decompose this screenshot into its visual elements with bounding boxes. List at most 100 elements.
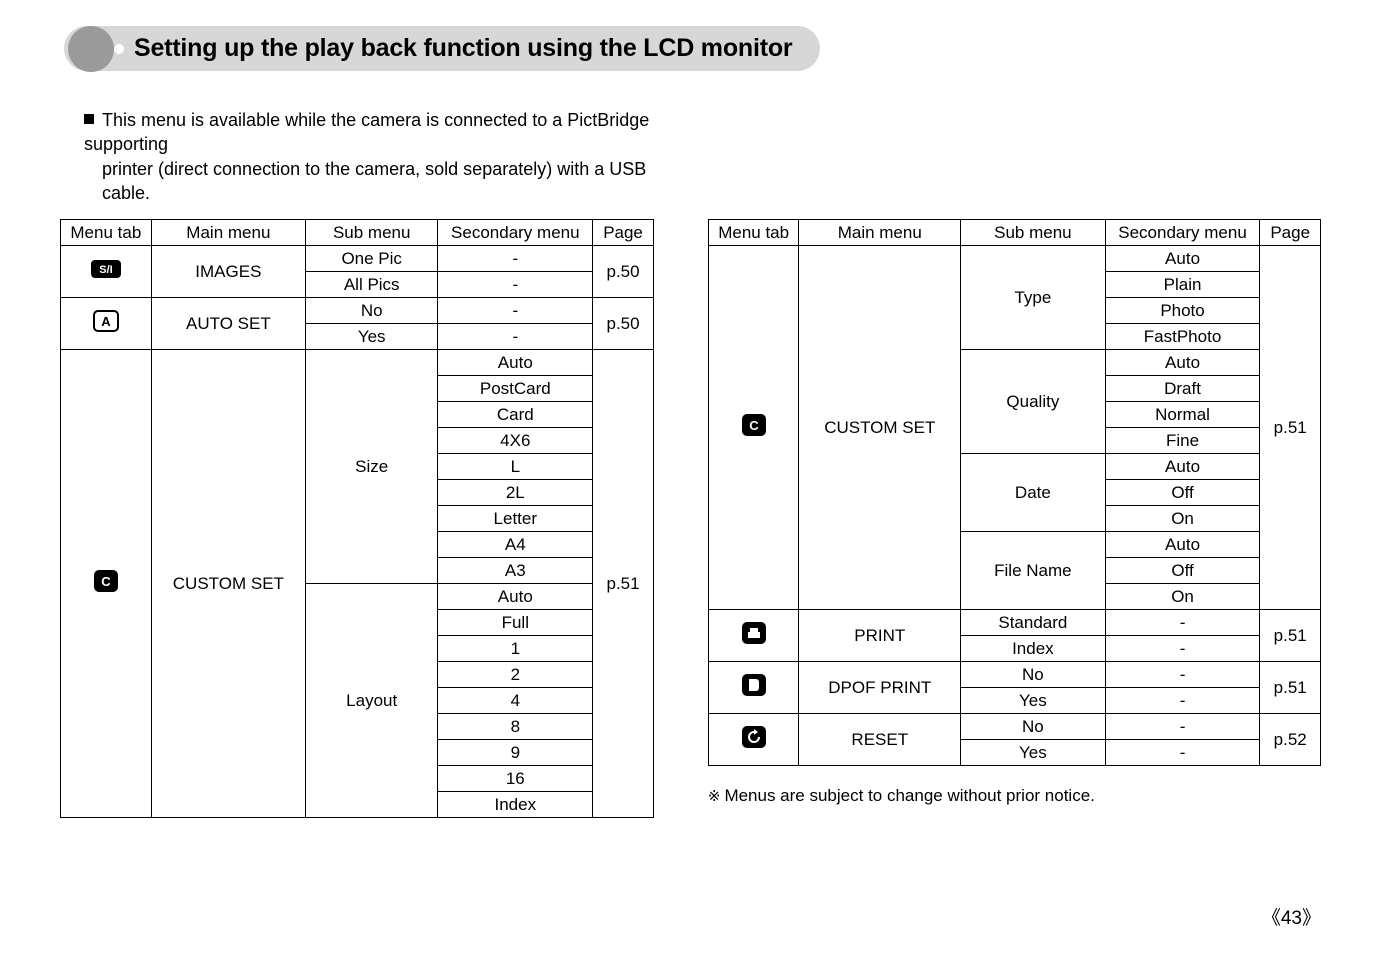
secondary-menu-cell: Auto <box>438 350 593 376</box>
secondary-menu-cell: - <box>438 298 593 324</box>
secondary-menu-cell: Fine <box>1105 428 1260 454</box>
secondary-menu-cell: 16 <box>438 766 593 792</box>
page-title: Setting up the play back function using … <box>134 34 792 62</box>
secondary-menu-cell: Off <box>1105 480 1260 506</box>
secondary-menu-cell: A3 <box>438 558 593 584</box>
page-cell: p.51 <box>1260 246 1321 610</box>
reset-icon <box>741 725 767 749</box>
intro-line-1: This menu is available while the camera … <box>84 110 649 154</box>
customset-icon: C <box>741 413 767 437</box>
page-number: 《43》 <box>1262 903 1321 930</box>
th-sub-menu: Sub menu <box>961 220 1106 246</box>
main-menu-cell: PRINT <box>799 610 961 662</box>
page-cell: p.51 <box>1260 662 1321 714</box>
sub-menu-cell: Yes <box>961 688 1106 714</box>
secondary-menu-cell: Photo <box>1105 298 1260 324</box>
page-cell: p.50 <box>593 298 654 350</box>
secondary-menu-cell: 4 <box>438 688 593 714</box>
secondary-menu-cell: 4X6 <box>438 428 593 454</box>
right-column: Menu tab Main menu Sub menu Secondary me… <box>708 219 1321 806</box>
customset-icon: C <box>93 569 119 593</box>
svg-text:C: C <box>749 418 759 433</box>
sub-menu-cell: No <box>961 662 1106 688</box>
secondary-menu-cell: Draft <box>1105 376 1260 402</box>
main-menu-cell: AUTO SET <box>151 298 305 350</box>
title-circle-decor <box>68 26 114 72</box>
page-cell: p.51 <box>593 350 654 818</box>
secondary-menu-cell: Normal <box>1105 402 1260 428</box>
left-table: Menu tab Main menu Sub menu Secondary me… <box>60 219 654 818</box>
secondary-menu-cell: Letter <box>438 506 593 532</box>
menu-tab-cell: A <box>61 298 152 350</box>
menu-tab-cell <box>708 662 799 714</box>
autoset-icon: A <box>93 310 119 332</box>
secondary-menu-cell: - <box>1105 740 1260 766</box>
table-header-row: Menu tab Main menu Sub menu Secondary me… <box>708 220 1320 246</box>
right-table: Menu tab Main menu Sub menu Secondary me… <box>708 219 1321 766</box>
asterisk-icon: ※ <box>708 788 721 805</box>
title-bar: Setting up the play back function using … <box>64 26 1321 80</box>
title-pill: Setting up the play back function using … <box>64 26 820 71</box>
sub-menu-cell: Standard <box>961 610 1106 636</box>
sub-menu-cell: Quality <box>961 350 1106 454</box>
dpof-print-icon <box>741 673 767 697</box>
secondary-menu-cell: 2 <box>438 662 593 688</box>
table-row: S/I IMAGES One Pic - p.50 <box>61 246 654 272</box>
menu-tab-cell: C <box>61 350 152 818</box>
th-sub-menu: Sub menu <box>306 220 438 246</box>
sub-menu-cell: Date <box>961 454 1106 532</box>
th-menu-tab: Menu tab <box>61 220 152 246</box>
th-main-menu: Main menu <box>799 220 961 246</box>
sub-menu-cell: Index <box>961 636 1106 662</box>
main-menu-cell: IMAGES <box>151 246 305 298</box>
secondary-menu-cell: - <box>1105 610 1260 636</box>
main-menu-cell: CUSTOM SET <box>151 350 305 818</box>
secondary-menu-cell: Auto <box>1105 454 1260 480</box>
footnote: ※Menus are subject to change without pri… <box>708 786 1321 806</box>
table-row: PRINT Standard - p.51 <box>708 610 1320 636</box>
secondary-menu-cell: - <box>438 246 593 272</box>
menu-tab-cell <box>708 610 799 662</box>
bullet-icon <box>84 114 94 124</box>
tables-area: Menu tab Main menu Sub menu Secondary me… <box>60 219 1321 818</box>
secondary-menu-cell: - <box>1105 714 1260 740</box>
sub-menu-cell: No <box>961 714 1106 740</box>
table-row: RESET No - p.52 <box>708 714 1320 740</box>
secondary-menu-cell: 2L <box>438 480 593 506</box>
sub-menu-cell: Type <box>961 246 1106 350</box>
th-page: Page <box>1260 220 1321 246</box>
sub-menu-cell: All Pics <box>306 272 438 298</box>
th-menu-tab: Menu tab <box>708 220 799 246</box>
main-menu-cell: RESET <box>799 714 961 766</box>
secondary-menu-cell: Auto <box>1105 246 1260 272</box>
secondary-menu-cell: 1 <box>438 636 593 662</box>
svg-text:A: A <box>101 314 111 329</box>
sub-menu-cell: Size <box>306 350 438 584</box>
sub-menu-cell: File Name <box>961 532 1106 610</box>
intro-paragraph: This menu is available while the camera … <box>84 108 684 205</box>
secondary-menu-cell: Full <box>438 610 593 636</box>
th-secondary-menu: Secondary menu <box>438 220 593 246</box>
th-page: Page <box>593 220 654 246</box>
th-main-menu: Main menu <box>151 220 305 246</box>
table-row: A AUTO SET No - p.50 <box>61 298 654 324</box>
secondary-menu-cell: Auto <box>1105 350 1260 376</box>
si-icon: S/I <box>91 260 121 278</box>
th-secondary-menu: Secondary menu <box>1105 220 1260 246</box>
secondary-menu-cell: Index <box>438 792 593 818</box>
intro-line-2: printer (direct connection to the camera… <box>102 157 684 206</box>
secondary-menu-cell: Auto <box>438 584 593 610</box>
secondary-menu-cell: Off <box>1105 558 1260 584</box>
svg-text:S/I: S/I <box>99 264 112 276</box>
secondary-menu-cell: Card <box>438 402 593 428</box>
secondary-menu-cell: On <box>1105 584 1260 610</box>
secondary-menu-cell: A4 <box>438 532 593 558</box>
footnote-text: Menus are subject to change without prio… <box>724 786 1094 805</box>
secondary-menu-cell: - <box>438 272 593 298</box>
secondary-menu-cell: - <box>1105 688 1260 714</box>
secondary-menu-cell: Auto <box>1105 532 1260 558</box>
secondary-menu-cell: FastPhoto <box>1105 324 1260 350</box>
main-menu-cell: DPOF PRINT <box>799 662 961 714</box>
page: Setting up the play back function using … <box>0 0 1381 954</box>
table-row: C CUSTOM SET Type Auto p.51 <box>708 246 1320 272</box>
